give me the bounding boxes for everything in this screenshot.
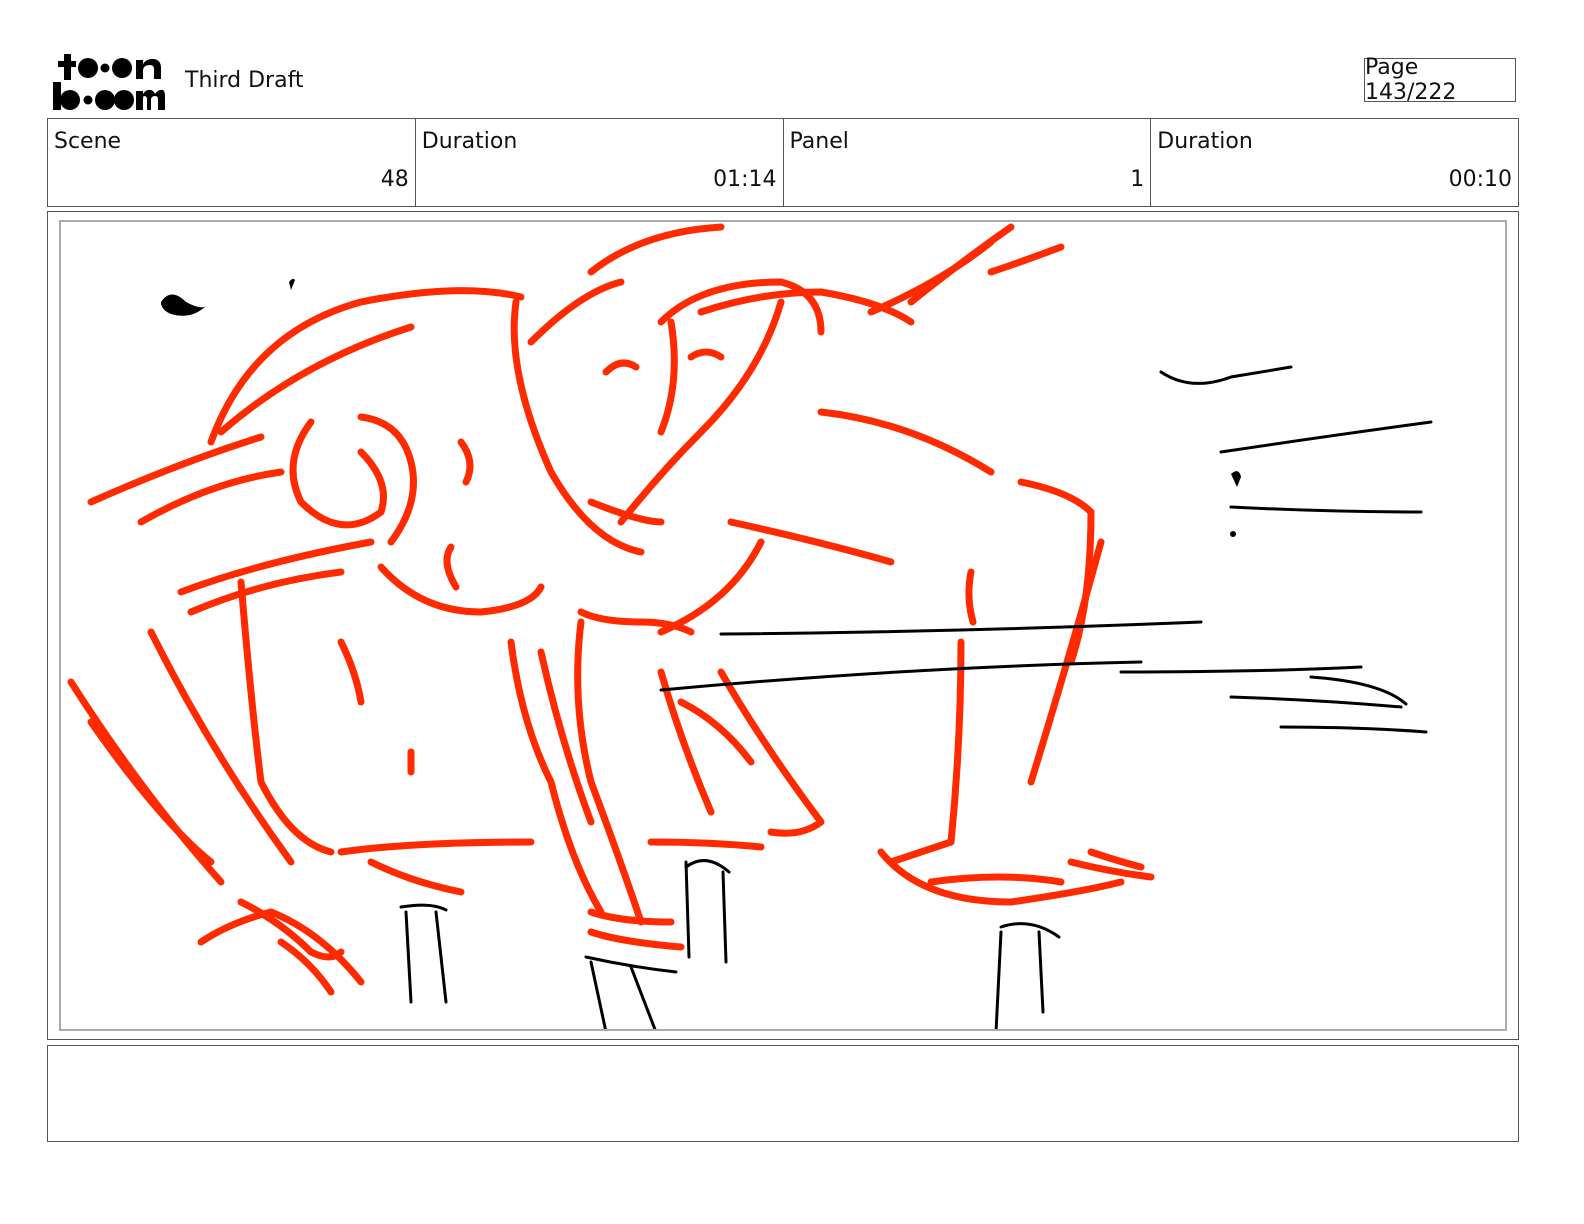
scene-duration-value: 01:14 bbox=[713, 167, 777, 192]
page-label: Page 143/222 bbox=[1365, 55, 1457, 105]
scene-duration-cell: Duration 01:14 bbox=[416, 119, 784, 206]
sketch-drawing bbox=[67, 223, 1433, 1029]
toon-boom-logo bbox=[50, 50, 165, 112]
page-indicator: Page 143/222 bbox=[1364, 55, 1516, 105]
panel-duration-label: Duration bbox=[1157, 129, 1253, 154]
panel-drawing-area bbox=[59, 220, 1507, 1031]
scene-duration-label: Duration bbox=[421, 129, 518, 154]
panel-cell: Panel 1 bbox=[784, 119, 1152, 206]
scene-cell: Scene 48 bbox=[48, 119, 416, 206]
panel-value: 1 bbox=[1130, 167, 1145, 192]
scene-label: Scene bbox=[54, 129, 122, 154]
scene-value: 48 bbox=[380, 167, 409, 192]
storyboard-panel bbox=[47, 211, 1519, 1040]
draft-title: Third Draft bbox=[185, 68, 304, 93]
red-sketch-strokes bbox=[67, 223, 1155, 996]
panel-duration-cell: Duration 00:10 bbox=[1151, 119, 1518, 206]
panel-duration-value: 00:10 bbox=[1448, 167, 1512, 192]
scene-info-table: Scene 48 Duration 01:14 Panel 1 Duration… bbox=[47, 118, 1519, 207]
panel-label: Panel bbox=[789, 129, 849, 154]
panel-notes-box bbox=[47, 1045, 1519, 1142]
